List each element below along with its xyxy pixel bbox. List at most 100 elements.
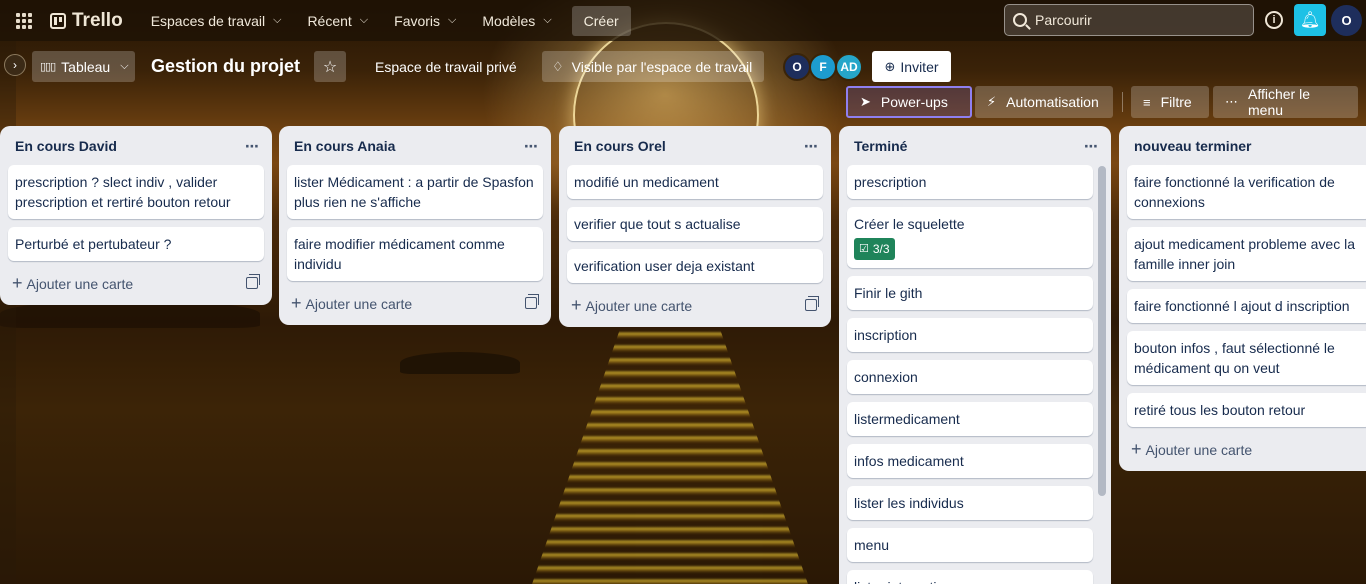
list-title[interactable]: nouveau terminer [1134,138,1251,154]
menu-label: Afficher le menu [1248,86,1310,118]
nav-templates[interactable]: Modèles ⌵ [472,5,561,37]
card[interactable]: modifié un medicament [567,165,823,199]
automation-button[interactable]: ⚡︎ Automatisation [975,86,1113,118]
card-template-icon[interactable] [525,294,539,309]
card[interactable]: faire modifier médicament comme individu [287,227,543,281]
list-title[interactable]: Terminé [854,138,907,154]
list-menu-icon[interactable]: ⋯ [245,138,260,155]
visibility-label: Visible par l'espace de travail [571,58,753,75]
search-input[interactable]: Parcourir [1004,4,1254,36]
lightning-icon: ⚡︎ [987,94,997,109]
plus-icon: + [291,292,302,313]
card[interactable]: ajout medicament probleme avec la famill… [1127,227,1366,281]
list-scrollbar[interactable] [1098,166,1106,496]
add-card-button[interactable]: + Ajouter une carte [1127,435,1366,463]
invite-button[interactable]: ⊕ Inviter [872,51,951,82]
plus-icon: + [1131,438,1142,459]
nav-label: Espaces de travail [150,12,266,29]
create-button[interactable]: Créer [571,5,631,36]
card-template-icon[interactable] [805,296,819,311]
toolbar-divider [1122,92,1123,112]
member-avatar[interactable]: F [809,53,837,81]
chevron-down-icon: ⌵ [120,60,129,72]
list-menu-icon[interactable]: ⋯ [524,138,539,155]
visibility-button[interactable]: ♢ Visible par l'espace de travail [542,51,764,82]
plus-icon: + [12,272,23,293]
list-title[interactable]: En cours Anaia [294,138,395,154]
list-en-cours-orel: En cours Orel ⋯ modifié un medicament ve… [559,126,831,327]
board-view-icon: ▯▯▯ [40,61,56,73]
chevron-down-icon: ⌵ [448,14,457,26]
add-card-button[interactable]: + Ajouter une carte [567,291,823,319]
list-menu-icon[interactable]: ⋯ [1084,138,1099,155]
chevron-down-icon: ⌵ [359,14,369,26]
list-title[interactable]: En cours David [15,138,117,154]
member-avatar[interactable]: O [783,53,811,81]
list-menu-icon[interactable]: ⋯ [804,138,819,155]
checklist-count: 3/3 [872,242,890,256]
filter-button[interactable]: ≡ Filtre [1131,86,1209,118]
expand-sidebar-button[interactable]: › [4,54,26,76]
list-header: nouveau terminer [1127,134,1366,158]
card[interactable]: menu [847,528,1093,562]
rocket-icon: ➤ [860,94,871,109]
card[interactable]: prescription ? slect indiv , valider pre… [8,165,264,219]
plus-icon: + [571,294,582,315]
trello-logo-icon [50,12,66,29]
board-view-switcher[interactable]: ▯▯▯ Tableau ⌵ [32,51,135,82]
list-title[interactable]: En cours Orel [574,138,666,154]
trello-logo[interactable]: Trello [50,10,123,32]
star-icon: ☆ [322,58,338,76]
list-header: En cours Orel ⋯ [567,134,823,158]
card[interactable]: verification user deja existant [567,249,823,283]
list-en-cours-david: En cours David ⋯ prescription ? slect in… [0,126,272,305]
nav-favorites[interactable]: Favoris ⌵ [384,5,466,37]
app-switcher-icon[interactable] [12,9,36,33]
card[interactable]: listermedicament [847,402,1093,436]
nav-label: Récent [307,12,352,29]
card[interactable]: Perturbé et pertubateur ? [8,227,264,261]
card[interactable]: lister interaction [847,570,1093,584]
notifications-bell-icon[interactable]: 🔔︎ [1294,4,1326,36]
add-card-label: Ajouter une carte [1145,441,1253,458]
search-icon [1013,13,1027,27]
card[interactable]: verifier que tout s actualise [567,207,823,241]
nav-workspaces[interactable]: Espaces de travail ⌵ [141,5,292,37]
card[interactable]: faire fonctionné l ajout d inscription [1127,289,1366,323]
card[interactable]: Finir le gith [847,276,1093,310]
member-avatar[interactable]: AD [835,53,863,81]
board-title[interactable]: Gestion du projet [151,56,300,77]
chevron-down-icon: ⌵ [273,14,282,26]
card[interactable]: lister les individus [847,486,1093,520]
card-template-icon[interactable] [246,274,260,289]
star-board-button[interactable]: ☆ [314,51,346,82]
add-person-icon: ⊕ [884,58,896,74]
card[interactable]: retiré tous les bouton retour [1127,393,1366,427]
list-header: En cours Anaia ⋯ [287,134,543,158]
show-menu-button[interactable]: ⋯ Afficher le menu [1213,86,1358,118]
workspace-button[interactable]: Espace de travail privé [366,51,526,82]
card-title: Créer le squelette [854,216,965,232]
list-header: Terminé ⋯ [847,134,1098,158]
card[interactable]: prescription [847,165,1093,199]
card[interactable]: Créer le squelette ☑ 3/3 [847,207,1093,268]
add-card-button[interactable]: + Ajouter une carte [287,289,543,317]
info-icon[interactable]: i [1265,11,1283,29]
checklist-badge: ☑ 3/3 [854,238,895,260]
background-island [400,352,520,374]
add-card-label: Ajouter une carte [305,295,413,312]
powerups-button[interactable]: ➤ Power-ups [846,86,972,118]
add-card-button[interactable]: + Ajouter une carte [8,269,264,297]
card[interactable]: faire fonctionné la verification de conn… [1127,165,1366,219]
card[interactable]: connexion [847,360,1093,394]
automation-label: Automatisation [1006,94,1099,110]
account-avatar[interactable]: O [1331,5,1362,36]
filter-label: Filtre [1160,94,1192,110]
card[interactable]: bouton infos , faut sélectionné le médic… [1127,331,1366,385]
more-icon: ⋯ [1225,94,1238,109]
card[interactable]: infos medicament [847,444,1093,478]
card[interactable]: inscription [847,318,1093,352]
card[interactable]: lister Médicament : a partir de Spasfon … [287,165,543,219]
nav-label: Modèles [482,12,536,29]
nav-recent[interactable]: Récent ⌵ [297,5,378,37]
